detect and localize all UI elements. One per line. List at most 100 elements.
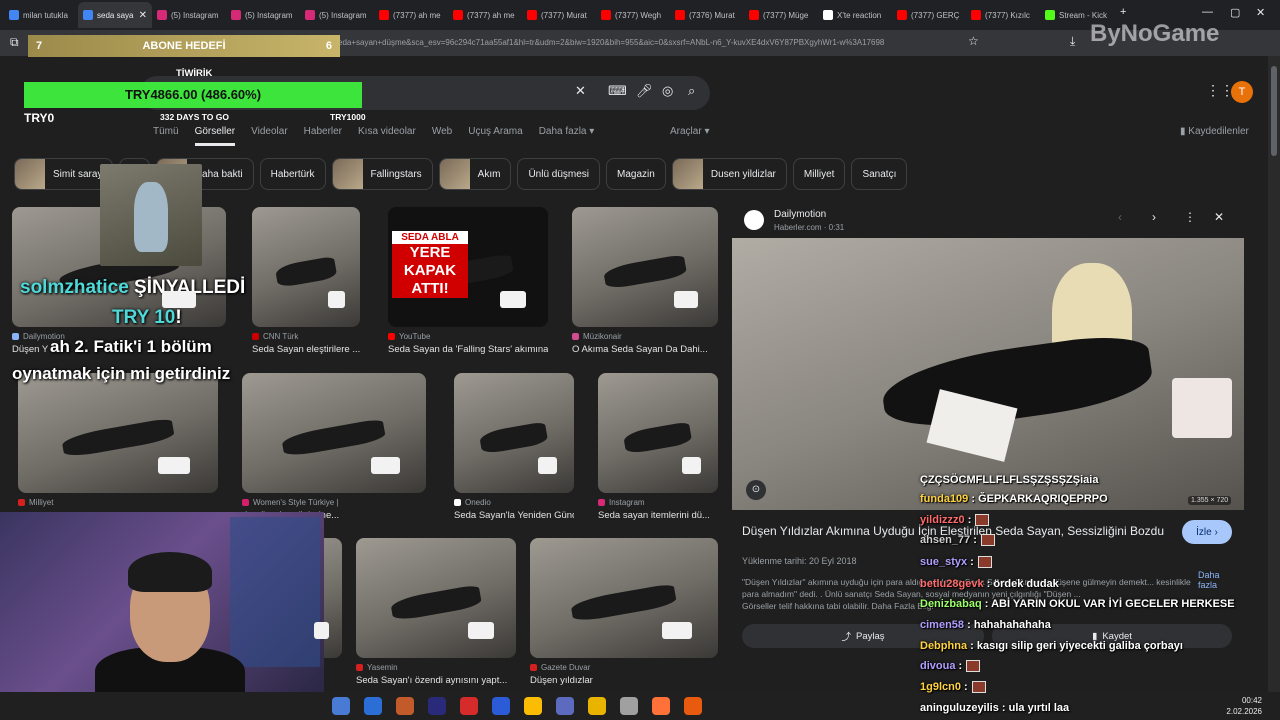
image-result[interactable]: Onedio Seda Sayan'la Yeniden Günd... bbox=[454, 373, 574, 521]
download-icon[interactable]: ⤓ bbox=[1070, 34, 1075, 49]
bookmark-star-icon[interactable]: ☆ bbox=[968, 34, 979, 48]
result-source[interactable]: Onedio bbox=[454, 498, 574, 507]
image-result[interactable]: Instagram Seda sayan itemlerini dü... bbox=[598, 373, 718, 521]
result-source[interactable]: Gazete Duvar bbox=[530, 663, 718, 672]
refinement-chip[interactable]: Simit saray bbox=[14, 158, 114, 190]
taskbar-app-icon[interactable] bbox=[652, 697, 670, 715]
more-options-icon[interactable]: ⋮ bbox=[1184, 210, 1196, 224]
image-result[interactable]: Women's Style Türkiye |de görenler gözle… bbox=[242, 373, 426, 521]
result-thumbnail[interactable] bbox=[598, 373, 718, 493]
browser-tab[interactable]: (5) Instagram bbox=[226, 2, 300, 28]
close-panel-icon[interactable]: ✕ bbox=[1214, 210, 1224, 224]
taskbar-app-icon[interactable] bbox=[524, 697, 542, 715]
tools-menu[interactable]: Araçlar ▾ bbox=[670, 126, 709, 137]
refinement-chip[interactable]: Ünlü düşmesi bbox=[517, 158, 601, 190]
new-tab-icon[interactable]: + bbox=[1120, 6, 1126, 18]
nav-tab[interactable]: Daha fazla ▾ bbox=[539, 126, 595, 146]
url-field[interactable]: eda+sayan+düşme&sca_esv=96c294c71aa55af1… bbox=[338, 34, 988, 52]
scrollbar-thumb[interactable] bbox=[1271, 66, 1277, 156]
nav-tab[interactable]: Haberler bbox=[304, 126, 342, 146]
browser-tab[interactable]: milan tutukla bbox=[4, 2, 78, 28]
image-result[interactable]: Milliyet bbox=[18, 373, 218, 507]
image-result[interactable]: Müzikonair O Akıma Seda Sayan Da Dahi... bbox=[572, 207, 718, 355]
browser-tab[interactable]: (7377) GERÇ bbox=[892, 2, 966, 28]
browser-tab[interactable]: (7377) Wegh bbox=[596, 2, 670, 28]
taskbar-app-icon[interactable] bbox=[332, 697, 350, 715]
browser-tab[interactable]: (7376) Murat bbox=[670, 2, 744, 28]
chat-username[interactable]: 1g9lcn0 bbox=[920, 681, 961, 693]
chat-username[interactable]: betlu28gevk bbox=[920, 578, 984, 590]
taskbar-app-icon[interactable] bbox=[620, 697, 638, 715]
nav-tab[interactable]: Kısa videolar bbox=[358, 126, 416, 146]
chat-username[interactable]: sue_styx bbox=[920, 556, 967, 568]
saved-link[interactable]: ▮ Kaydedilenler bbox=[1180, 126, 1249, 137]
browser-tab[interactable]: (5) Instagram bbox=[152, 2, 226, 28]
visit-button[interactable]: İzle › bbox=[1182, 520, 1232, 544]
result-thumbnail[interactable] bbox=[572, 207, 718, 327]
browser-tab[interactable]: seda saya ✕ bbox=[78, 2, 152, 28]
minimize-icon[interactable]: — bbox=[1202, 6, 1213, 18]
result-thumbnail[interactable] bbox=[18, 373, 218, 493]
refinement-chip[interactable]: Milliyet bbox=[792, 158, 846, 190]
browser-tab[interactable]: (7377) Müge bbox=[744, 2, 818, 28]
search-icon[interactable]: ⌕ bbox=[688, 83, 695, 99]
nav-tab[interactable]: Uçuş Arama bbox=[468, 126, 522, 146]
nav-tab[interactable]: Tümü bbox=[153, 126, 179, 146]
refinement-chip[interactable]: Sanatçı bbox=[851, 158, 908, 190]
refinement-chip[interactable]: Dusen yildizlar bbox=[671, 158, 787, 190]
result-caption[interactable]: Seda sayan itemlerini dü... bbox=[598, 510, 718, 521]
browser-tab[interactable]: (5) Instagram bbox=[300, 2, 374, 28]
refinement-chip[interactable]: Magazin bbox=[606, 158, 666, 190]
result-thumbnail[interactable]: SEDA ABLA YERE KAPAK ATTI! bbox=[388, 207, 548, 327]
image-result[interactable]: SEDA ABLA YERE KAPAK ATTI! YouTube Seda Sayan… bbox=[388, 207, 548, 355]
avatar[interactable]: T bbox=[1231, 81, 1253, 103]
result-source[interactable]: Women's Style Türkiye | bbox=[242, 498, 426, 507]
result-thumbnail[interactable] bbox=[530, 538, 718, 658]
preview-image[interactable]: ⊙ 1.355 × 720 bbox=[732, 238, 1244, 510]
maximize-icon[interactable]: ▢ bbox=[1230, 6, 1240, 19]
next-icon[interactable]: › bbox=[1152, 210, 1156, 224]
result-source[interactable]: CNN Türk bbox=[252, 332, 360, 341]
image-result[interactable]: Yasemin Seda Sayan'ı özendi aynısını yapt… bbox=[356, 538, 516, 686]
nav-tab[interactable]: Görseller bbox=[194, 126, 236, 146]
browser-tab[interactable]: (7377) ah me bbox=[448, 2, 522, 28]
chat-username[interactable]: Debphna bbox=[920, 640, 967, 652]
result-thumbnail[interactable] bbox=[454, 373, 574, 493]
chat-username[interactable]: Denizbabaq bbox=[920, 598, 982, 610]
result-caption[interactable]: Seda Sayan'la Yeniden Günd... bbox=[454, 510, 574, 521]
chat-username[interactable]: funda109 bbox=[920, 493, 968, 505]
screen-share-icon[interactable]: ⧉ bbox=[10, 35, 19, 50]
refinement-chip[interactable]: Habertürk bbox=[259, 158, 326, 190]
result-thumbnail[interactable] bbox=[242, 373, 426, 493]
nav-tab[interactable]: Videolar bbox=[251, 126, 288, 146]
panel-site[interactable]: Dailymotion bbox=[774, 209, 826, 220]
nav-tab[interactable]: Web bbox=[432, 126, 452, 146]
result-caption[interactable]: O Akıma Seda Sayan Da Dahi... bbox=[572, 344, 718, 355]
result-caption[interactable]: Seda Sayan da 'Falling Stars' akımına ..… bbox=[388, 344, 548, 355]
chat-username[interactable]: ahsen_77 bbox=[920, 534, 970, 546]
page-scrollbar[interactable] bbox=[1268, 56, 1280, 696]
chat-username[interactable]: aninguluzeyilis bbox=[920, 702, 999, 714]
keyboard-icon[interactable]: ⌨ bbox=[608, 83, 627, 99]
taskbar-app-icon[interactable] bbox=[588, 697, 606, 715]
chat-username[interactable]: divoua bbox=[920, 660, 955, 672]
close-tab-icon[interactable]: ✕ bbox=[139, 10, 147, 21]
system-clock[interactable]: 00:42 2.02.2026 bbox=[1226, 695, 1262, 717]
image-result[interactable]: Gazete Duvar Düşen yıldızlar bbox=[530, 538, 718, 686]
browser-tab[interactable]: (7377) Kızılc bbox=[966, 2, 1040, 28]
image-result[interactable]: CNN Türk Seda Sayan eleştirilere ... bbox=[252, 207, 360, 355]
clear-search-icon[interactable]: ✕ bbox=[575, 83, 586, 99]
lens-icon[interactable]: ◎ bbox=[662, 83, 673, 99]
result-source[interactable]: Yasemin bbox=[356, 663, 516, 672]
taskbar-app-icon[interactable] bbox=[460, 697, 478, 715]
chat-username[interactable]: yildizzz0 bbox=[920, 514, 965, 526]
result-source[interactable]: Müzikonair bbox=[572, 332, 718, 341]
browser-tab[interactable]: (7377) Murat bbox=[522, 2, 596, 28]
chat-username[interactable]: cimen58 bbox=[920, 619, 964, 631]
refinement-chip[interactable]: Fallingstars bbox=[331, 158, 433, 190]
result-source[interactable]: Instagram bbox=[598, 498, 718, 507]
taskbar-app-icon[interactable] bbox=[364, 697, 382, 715]
taskbar-app-icon[interactable] bbox=[428, 697, 446, 715]
taskbar-app-icon[interactable] bbox=[556, 697, 574, 715]
result-thumbnail[interactable] bbox=[356, 538, 516, 658]
